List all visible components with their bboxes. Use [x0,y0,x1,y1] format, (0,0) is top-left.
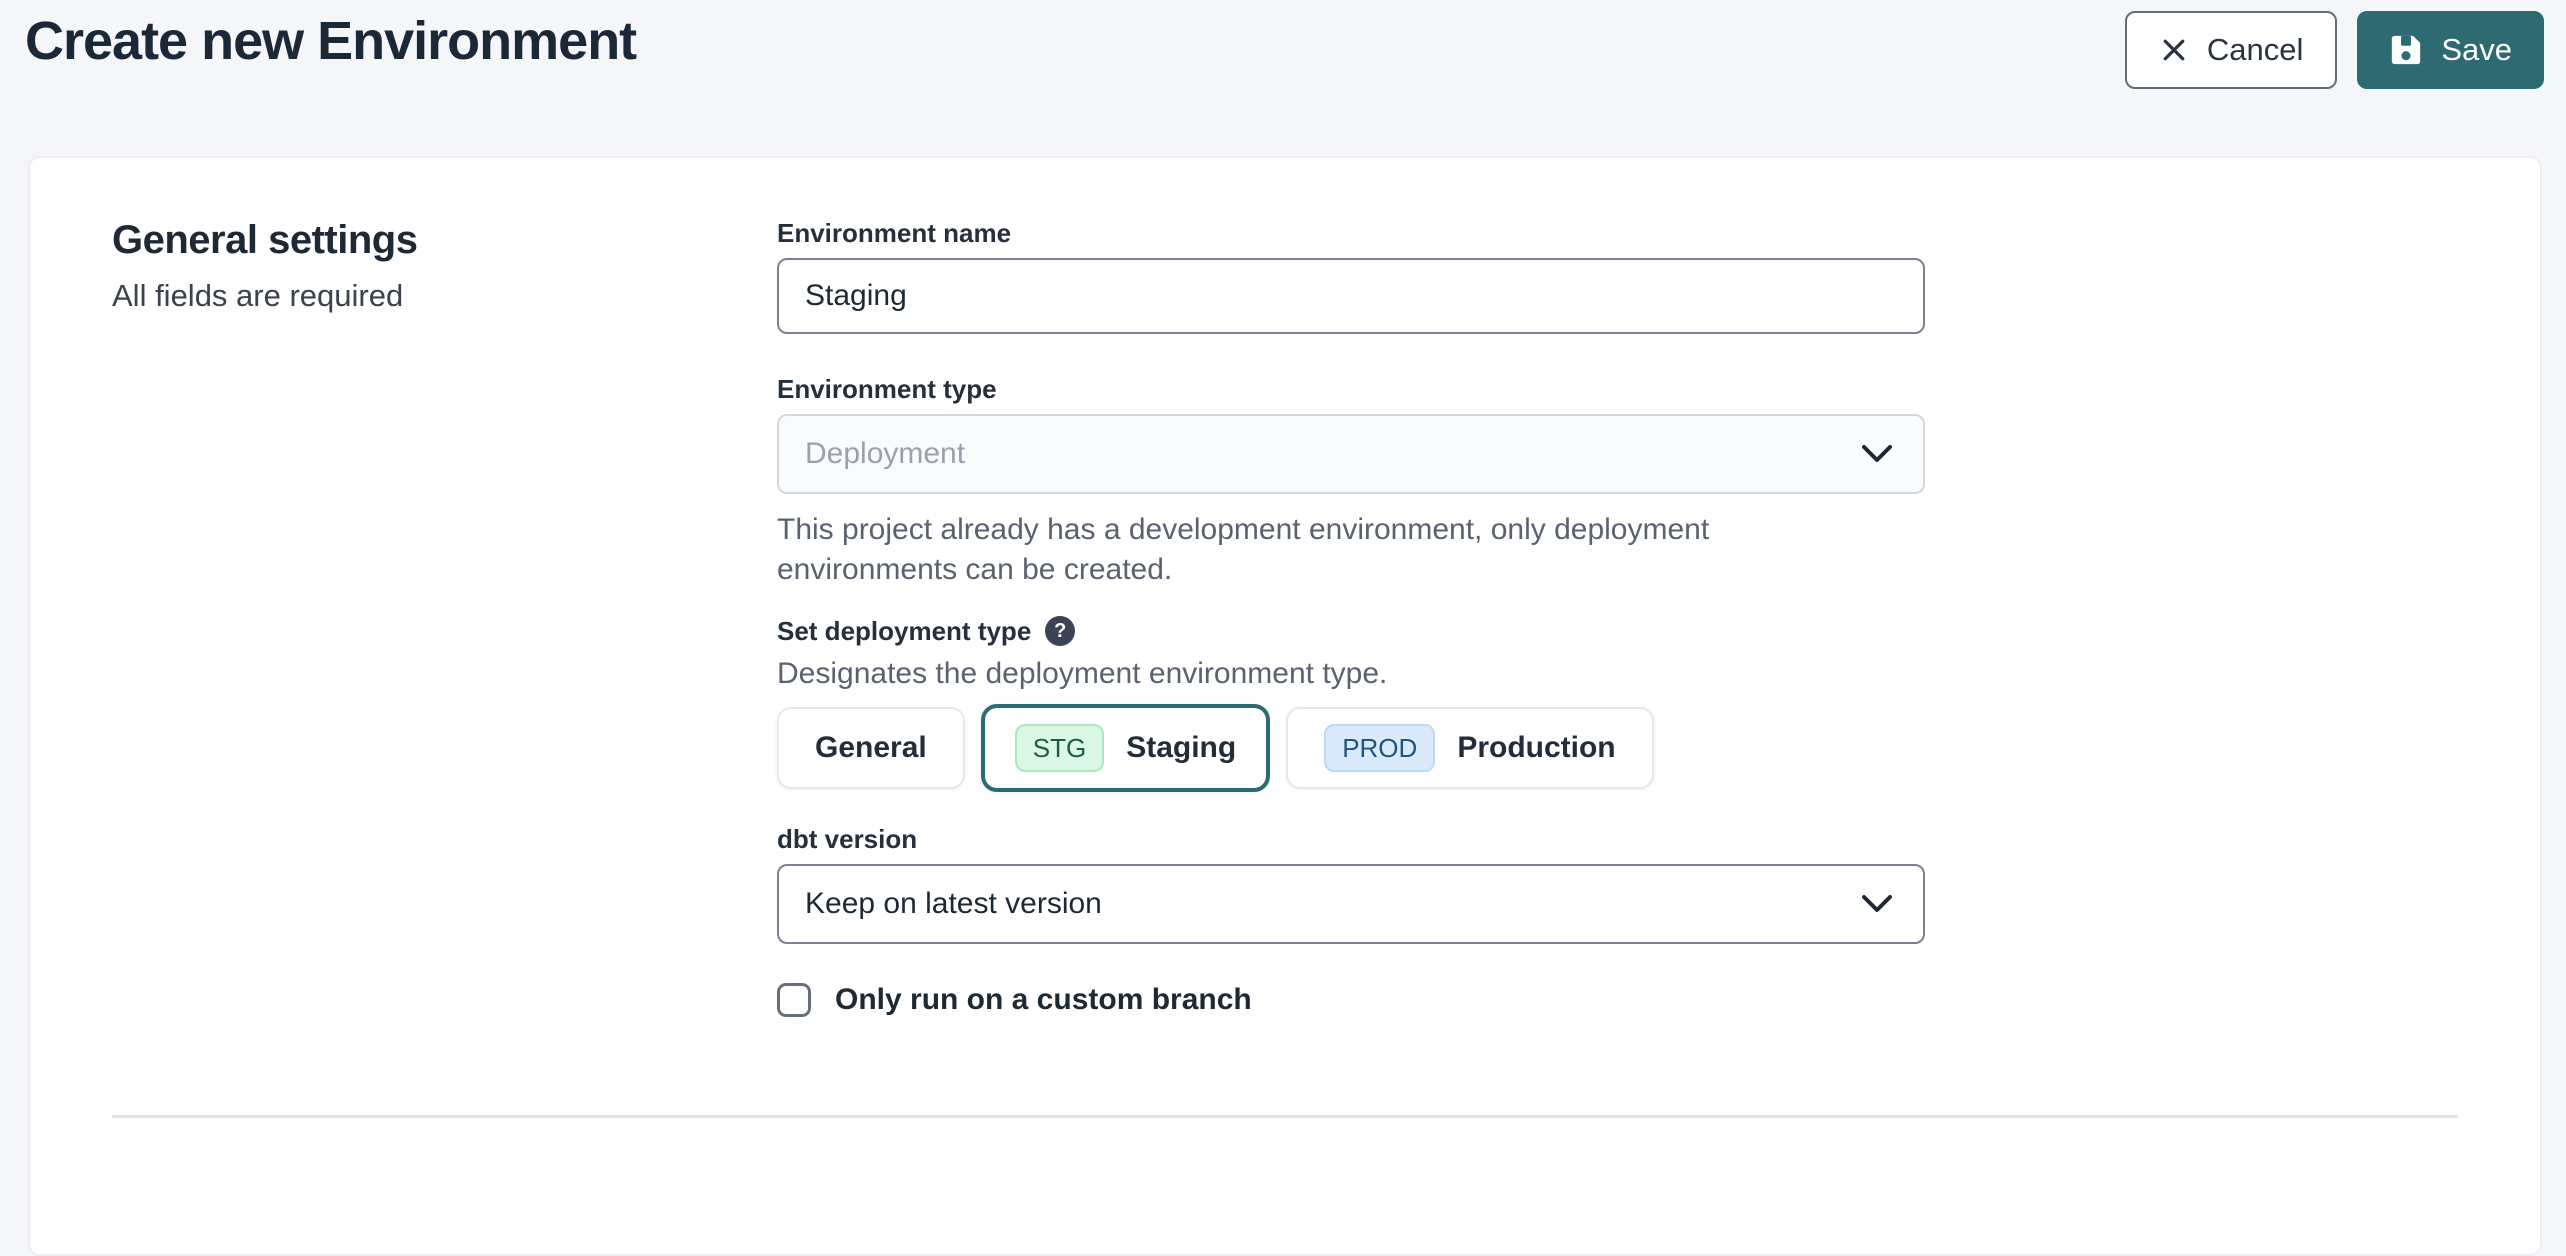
environment-type-label: Environment type [777,374,1925,404]
custom-branch-row: Only run on a custom branch [777,980,1925,1020]
deployment-type-label-row: Set deployment type ? [777,614,1925,648]
environment-name-input[interactable] [777,258,1925,334]
custom-branch-checkbox[interactable] [777,983,811,1017]
question-icon[interactable]: ? [1045,616,1075,646]
cancel-button[interactable]: Cancel [2125,11,2338,89]
chevron-down-icon [1861,444,1893,464]
environment-name-label: Environment name [777,218,1925,248]
general-settings-card: General settings All fields are required… [28,156,2542,1256]
page-title: Create new Environment [25,12,636,71]
dbt-version-value: Keep on latest version [805,887,1102,921]
chevron-down-icon [1861,894,1893,914]
section-divider [112,1115,2458,1118]
deployment-type-description: Designates the deployment environment ty… [777,654,1925,694]
deployment-type-options: General STG Staging PROD Production [777,704,1925,792]
dbt-version-select[interactable]: Keep on latest version [777,864,1925,944]
save-button-label: Save [2441,32,2512,68]
deployment-type-general-label: General [815,731,927,765]
deployment-type-production-label: Production [1457,731,1615,765]
section-subheading: All fields are required [112,278,777,314]
section-intro: General settings All fields are required [112,218,777,1020]
production-badge: PROD [1324,724,1435,772]
deployment-type-production-button[interactable]: PROD Production [1286,707,1653,789]
deployment-type-staging-button[interactable]: STG Staging [981,704,1270,792]
custom-branch-label[interactable]: Only run on a custom branch [835,983,1252,1017]
environment-type-select: Deployment [777,414,1925,494]
dbt-version-label: dbt version [777,824,1925,854]
save-icon [2389,33,2423,67]
deployment-type-label: Set deployment type [777,616,1031,646]
header-actions: Cancel Save [2125,11,2544,89]
staging-badge: STG [1015,724,1104,772]
settings-form: Environment name Environment type Deploy… [777,218,1925,1020]
environment-type-value: Deployment [805,437,965,471]
card-body: General settings All fields are required… [30,158,2540,1020]
save-button[interactable]: Save [2357,11,2544,89]
cancel-button-label: Cancel [2207,32,2304,68]
x-icon [2159,35,2189,65]
deployment-type-general-button[interactable]: General [777,707,965,789]
deployment-type-staging-label: Staging [1126,731,1236,765]
page-header: Create new Environment Cancel Save [0,0,2566,156]
section-heading: General settings [112,218,777,262]
environment-type-help: This project already has a development e… [777,510,1897,590]
